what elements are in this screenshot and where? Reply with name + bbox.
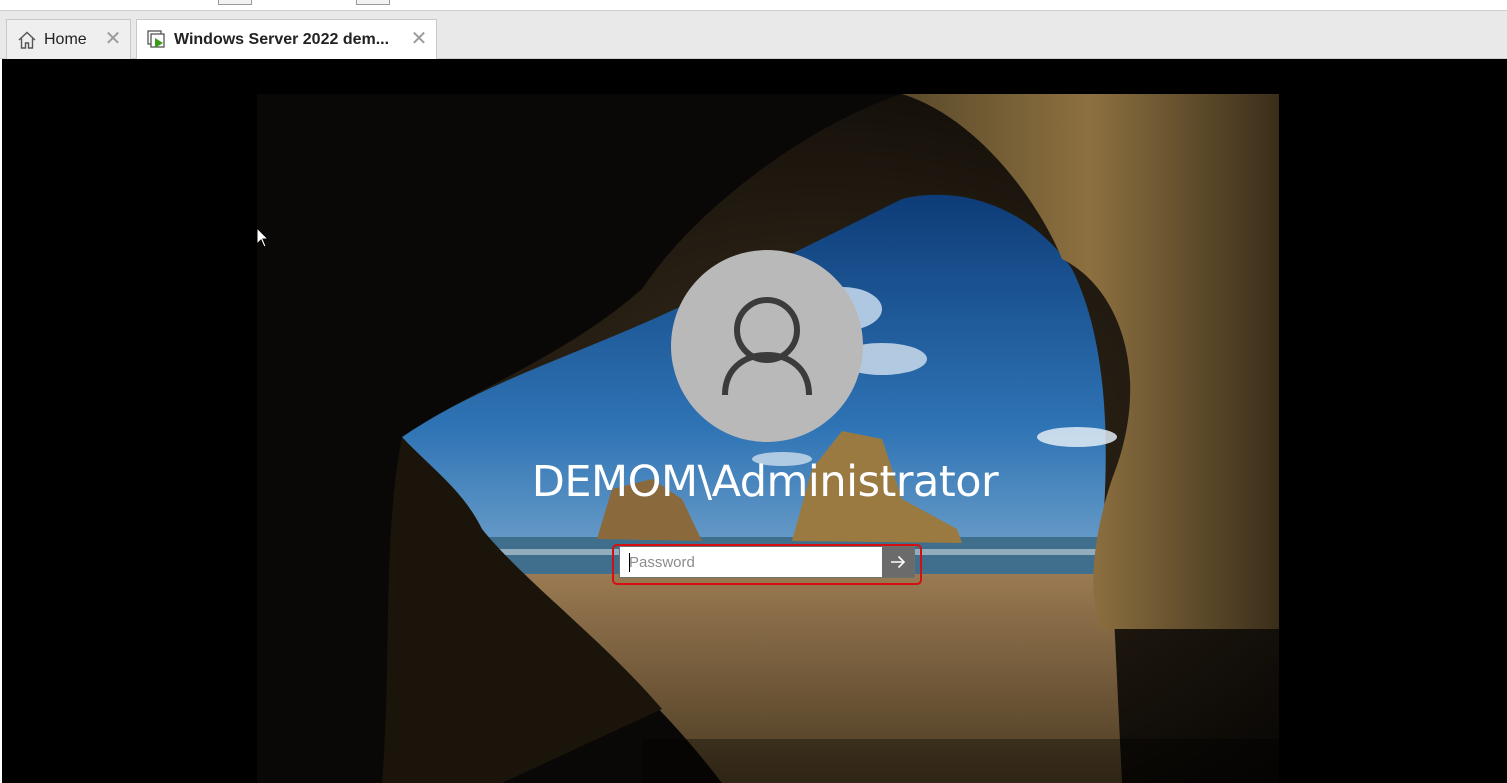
tab-home-label: Home <box>44 30 87 48</box>
tab-home[interactable]: Home ✕ <box>6 19 131 59</box>
text-caret <box>629 553 630 572</box>
user-icon <box>722 297 812 396</box>
home-icon <box>18 31 36 49</box>
password-input[interactable] <box>620 547 882 577</box>
vm-play-icon <box>147 30 165 48</box>
password-box <box>619 546 915 578</box>
close-icon[interactable]: ✕ <box>104 29 122 49</box>
toolbar-strip <box>0 0 1507 11</box>
tab-vm[interactable]: Windows Server 2022 dem... ✕ <box>136 19 437 60</box>
arrow-right-icon <box>891 555 906 569</box>
mouse-cursor-icon <box>256 227 270 248</box>
tab-vm-label: Windows Server 2022 dem... <box>174 31 390 48</box>
user-avatar <box>671 250 863 442</box>
submit-button[interactable] <box>882 547 914 577</box>
vm-console[interactable]: DEMOM\Administrator <box>2 59 1507 783</box>
toolbar-button[interactable] <box>218 0 252 5</box>
close-icon[interactable]: ✕ <box>410 29 428 49</box>
account-name: DEMOM\Administrator <box>531 457 999 507</box>
toolbar-button[interactable] <box>356 0 390 5</box>
tab-bar: Home ✕ Windows Server 2022 dem... ✕ <box>0 11 1507 60</box>
